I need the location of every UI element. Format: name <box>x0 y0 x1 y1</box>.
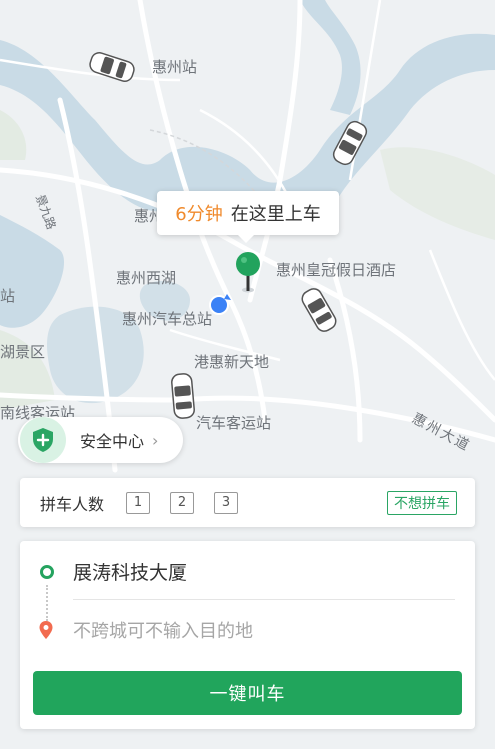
shield-icon <box>20 417 66 463</box>
pickup-eta: 6分钟 <box>175 204 223 225</box>
pickup-text: 在这里上车 <box>230 204 321 225</box>
carpool-option-2[interactable]: 2 <box>170 491 195 514</box>
safety-center-label: 安全中心 <box>80 432 145 451</box>
bubble-tail <box>237 234 255 243</box>
destination-input[interactable]: 不跨城可不输入目的地 <box>73 617 253 643</box>
map-label-bus-terminal: 惠州汽车总站 <box>122 310 213 328</box>
route-connector <box>46 585 48 621</box>
chevron-right-icon: › <box>152 430 159 450</box>
car-icon <box>171 373 195 419</box>
current-location-icon <box>209 294 231 315</box>
carpool-option-3[interactable]: 3 <box>214 491 239 514</box>
safety-center-button[interactable]: 安全中心 › <box>18 417 183 463</box>
destination-pin-icon <box>39 621 53 639</box>
car-icon <box>89 52 135 82</box>
pickup-bubble[interactable]: 6分钟 在这里上车 <box>157 191 339 235</box>
divider <box>73 599 455 600</box>
carpool-option-1[interactable]: 1 <box>126 491 151 514</box>
origin-field[interactable]: 展涛科技大厦 <box>73 558 187 585</box>
map-label-stop: 站 <box>0 287 16 305</box>
call-car-button[interactable]: 一键叫车 <box>33 671 462 715</box>
map-label-hotel: 惠州皇冠假日酒店 <box>276 261 397 279</box>
pickup-pin-icon <box>236 252 260 293</box>
map-label-station: 惠州站 <box>152 58 198 76</box>
map-label-lake-west: 惠州西湖 <box>116 269 177 287</box>
no-carpool-button[interactable]: 不想拼车 <box>387 491 457 515</box>
origin-dot-icon <box>40 565 54 579</box>
map-label-ganghui: 港惠新天地 <box>194 353 270 371</box>
carpool-title: 拼车人数 <box>40 494 105 514</box>
map-label-scenic: 湖景区 <box>0 343 46 361</box>
car-icon <box>301 288 337 332</box>
map-label-nearby-bus: 汽车客运站 <box>196 414 272 432</box>
carpool-card: 拼车人数 1 2 3 不想拼车 <box>20 478 475 527</box>
car-icon <box>332 120 368 166</box>
route-card: 展涛科技大厦 不跨城可不输入目的地 一键叫车 <box>20 541 475 729</box>
